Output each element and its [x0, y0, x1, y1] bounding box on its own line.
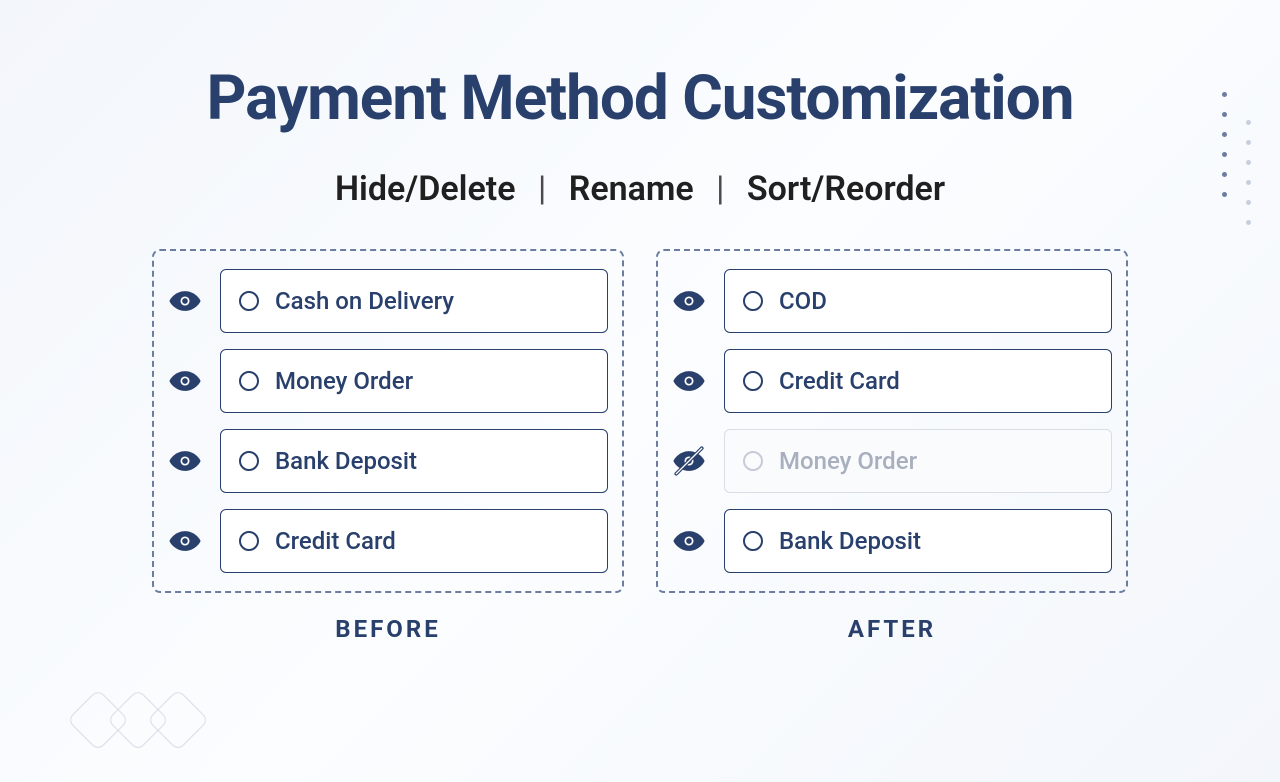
visibility-toggle-visible[interactable]	[672, 364, 706, 398]
after-caption: AFTER	[848, 615, 936, 643]
visibility-toggle-hidden[interactable]	[672, 444, 706, 478]
payment-method-option[interactable]: Bank Deposit	[220, 429, 608, 493]
visibility-toggle-visible[interactable]	[168, 444, 202, 478]
subtitle: Hide/Delete | Rename | Sort/Reorder	[0, 169, 1280, 209]
visibility-toggle-visible[interactable]	[168, 364, 202, 398]
page-title: Payment Method Customization	[0, 62, 1280, 135]
payment-method-row: Money Order	[168, 349, 608, 413]
subtitle-part-hide: Hide/Delete	[335, 169, 516, 209]
subtitle-part-rename: Rename	[569, 169, 694, 209]
payment-method-row: Bank Deposit	[672, 509, 1112, 573]
payment-method-option[interactable]: Credit Card	[724, 349, 1112, 413]
payment-method-option[interactable]: Money Order	[220, 349, 608, 413]
payment-method-option[interactable]: Credit Card	[220, 509, 608, 573]
radio-icon[interactable]	[743, 291, 763, 311]
subtitle-separator: |	[716, 169, 724, 209]
before-panel: Cash on Delivery Money Order Bank Deposit C…	[152, 249, 624, 593]
payment-method-option[interactable]: Bank Deposit	[724, 509, 1112, 573]
subtitle-separator: |	[538, 169, 546, 209]
payment-method-label: Money Order	[779, 447, 917, 475]
payment-method-option[interactable]: Cash on Delivery	[220, 269, 608, 333]
payment-method-label: Bank Deposit	[779, 527, 921, 555]
payment-method-row: COD	[672, 269, 1112, 333]
payment-method-row: Bank Deposit	[168, 429, 608, 493]
payment-method-row: Money Order	[672, 429, 1112, 493]
radio-icon[interactable]	[743, 371, 763, 391]
subtitle-part-sort: Sort/Reorder	[747, 169, 945, 209]
eye-icon[interactable]	[168, 364, 202, 398]
radio-icon[interactable]	[239, 291, 259, 311]
radio-icon[interactable]	[239, 451, 259, 471]
payment-method-row: Credit Card	[168, 509, 608, 573]
visibility-toggle-visible[interactable]	[672, 524, 706, 558]
visibility-toggle-visible[interactable]	[168, 284, 202, 318]
payment-method-label: Credit Card	[275, 527, 396, 555]
eye-icon[interactable]	[672, 284, 706, 318]
radio-icon[interactable]	[239, 531, 259, 551]
payment-method-label: Cash on Delivery	[275, 287, 454, 315]
payment-method-label: Credit Card	[779, 367, 900, 395]
payment-method-label: Money Order	[275, 367, 413, 395]
eye-icon[interactable]	[168, 284, 202, 318]
visibility-toggle-visible[interactable]	[672, 284, 706, 318]
eye-icon[interactable]	[168, 524, 202, 558]
eye-icon[interactable]	[672, 364, 706, 398]
payment-method-row: Cash on Delivery	[168, 269, 608, 333]
payment-method-option[interactable]: COD	[724, 269, 1112, 333]
visibility-toggle-visible[interactable]	[168, 524, 202, 558]
radio-icon[interactable]	[743, 531, 763, 551]
payment-method-option[interactable]: Money Order	[724, 429, 1112, 493]
payment-method-label: Bank Deposit	[275, 447, 417, 475]
radio-icon[interactable]	[743, 451, 763, 471]
payment-method-label: COD	[779, 287, 827, 315]
eye-slash-icon[interactable]	[672, 444, 706, 478]
payment-method-row: Credit Card	[672, 349, 1112, 413]
radio-icon[interactable]	[239, 371, 259, 391]
dots-decoration	[1216, 92, 1256, 232]
after-panel: COD Credit Card Money Order Bank Deposit	[656, 249, 1128, 593]
diamond-decoration	[80, 698, 200, 742]
before-caption: BEFORE	[335, 615, 440, 643]
eye-icon[interactable]	[168, 444, 202, 478]
eye-icon[interactable]	[672, 524, 706, 558]
